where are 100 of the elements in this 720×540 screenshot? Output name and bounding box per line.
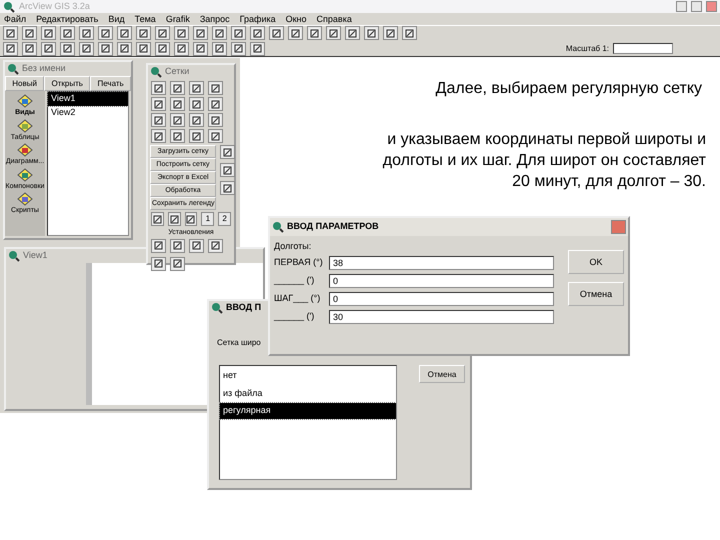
tool-button[interactable] [383,26,398,40]
tool-button[interactable] [155,26,170,40]
tool-button[interactable] [184,212,198,226]
key-button[interactable]: 1 [201,212,214,226]
input-field[interactable]: 0 [329,274,554,288]
tool-button[interactable] [170,97,185,111]
tool-button[interactable] [151,81,166,95]
tool-button[interactable] [170,113,185,127]
tool-button[interactable] [231,42,246,56]
tab-button[interactable]: Печать [90,76,131,91]
tool-button[interactable] [79,26,94,40]
list-item[interactable]: регулярная [220,403,396,418]
tool-button[interactable] [60,42,75,56]
input-field[interactable]: 0 [329,292,554,306]
doc-type-icon[interactable] [17,168,33,182]
tab-button[interactable]: Новый [5,76,44,91]
tool-button[interactable] [208,238,223,252]
list-item[interactable]: нет [220,368,396,384]
tool-button[interactable] [208,97,223,111]
tab-button[interactable]: Открыть [44,76,90,91]
tool-button[interactable] [307,26,322,40]
tool-button[interactable] [155,42,170,56]
tool-button[interactable] [212,26,227,40]
menu-item[interactable]: Тема [134,14,156,24]
tool-button[interactable] [170,129,185,143]
menu-item[interactable]: Редактировать [36,14,98,24]
tool-button[interactable] [193,42,208,56]
menu-item[interactable]: Графика [240,14,276,24]
tool-button[interactable] [151,256,166,270]
tool-button[interactable] [41,42,56,56]
list-item[interactable]: из файла [220,386,396,401]
tool-button[interactable] [170,256,185,270]
minimize-button[interactable] [676,1,687,12]
tool-button[interactable] [189,97,204,111]
tool-button[interactable] [345,26,360,40]
tool-button[interactable] [220,145,235,159]
tool-button[interactable] [170,81,185,95]
maximize-button[interactable] [691,1,702,12]
tool-button[interactable] [208,129,223,143]
tool-button[interactable] [189,238,204,252]
tool-button[interactable] [208,81,223,95]
tool-button[interactable] [189,113,204,127]
doc-type-icon[interactable] [17,192,33,206]
key-button[interactable]: 2 [218,212,231,226]
tool-button[interactable] [151,129,166,143]
doc-type-icon[interactable] [17,143,33,157]
cancel-button[interactable]: Отмена [419,365,465,383]
tool-button[interactable] [220,163,235,177]
menu-item[interactable]: Окно [286,14,307,24]
tool-button[interactable] [117,42,132,56]
tool-button[interactable] [136,42,151,56]
tool-button[interactable] [208,113,223,127]
list-item[interactable]: View2 [48,106,128,119]
tool-button[interactable] [250,42,265,56]
input-field[interactable]: 30 [329,310,554,324]
tool-button[interactable] [288,26,303,40]
tool-button[interactable] [98,26,113,40]
tool-icon [310,28,319,38]
tool-button[interactable] [151,97,166,111]
menu-item[interactable]: Файл [4,14,26,24]
tool-button[interactable] [364,26,379,40]
tool-button[interactable] [79,42,94,56]
tool-button[interactable] [98,42,113,56]
tool-button[interactable] [189,81,204,95]
input-field[interactable]: 38 [329,256,554,270]
tool-button[interactable] [168,212,181,226]
tool-button[interactable] [174,26,189,40]
tool-button[interactable] [193,26,208,40]
tool-button[interactable] [250,26,265,40]
tool-button[interactable] [151,113,166,127]
doc-type-icon[interactable] [17,118,33,132]
menu-item[interactable]: Вид [108,14,125,24]
dialog-button[interactable]: Отмена [568,282,624,306]
tool-button[interactable] [269,26,284,40]
doc-type-icon[interactable] [17,94,33,108]
tool-button[interactable] [151,212,164,226]
tool-button[interactable] [231,26,246,40]
tool-button[interactable] [151,238,166,252]
tool-button[interactable] [212,42,227,56]
tool-button[interactable] [220,181,235,195]
tool-button[interactable] [3,42,18,56]
tool-button[interactable] [402,26,417,40]
tool-button[interactable] [41,26,56,40]
list-item[interactable]: View1 [48,92,128,106]
tool-button[interactable] [189,129,204,143]
menu-item[interactable]: Запрос [200,14,230,24]
tool-button[interactable] [117,26,132,40]
dialog-button[interactable]: OK [568,250,624,274]
menu-item[interactable]: Grafik [166,14,190,24]
menu-item[interactable]: Справка [316,14,352,24]
group-label: Долготы: [274,240,312,253]
tool-button[interactable] [60,26,75,40]
tool-button[interactable] [174,42,189,56]
scale-field[interactable] [613,43,673,54]
tool-button[interactable] [3,26,18,40]
tool-button[interactable] [170,238,185,252]
tool-button[interactable] [22,42,37,56]
tool-button[interactable] [22,26,37,40]
tool-button[interactable] [136,26,151,40]
tool-button[interactable] [326,26,341,40]
